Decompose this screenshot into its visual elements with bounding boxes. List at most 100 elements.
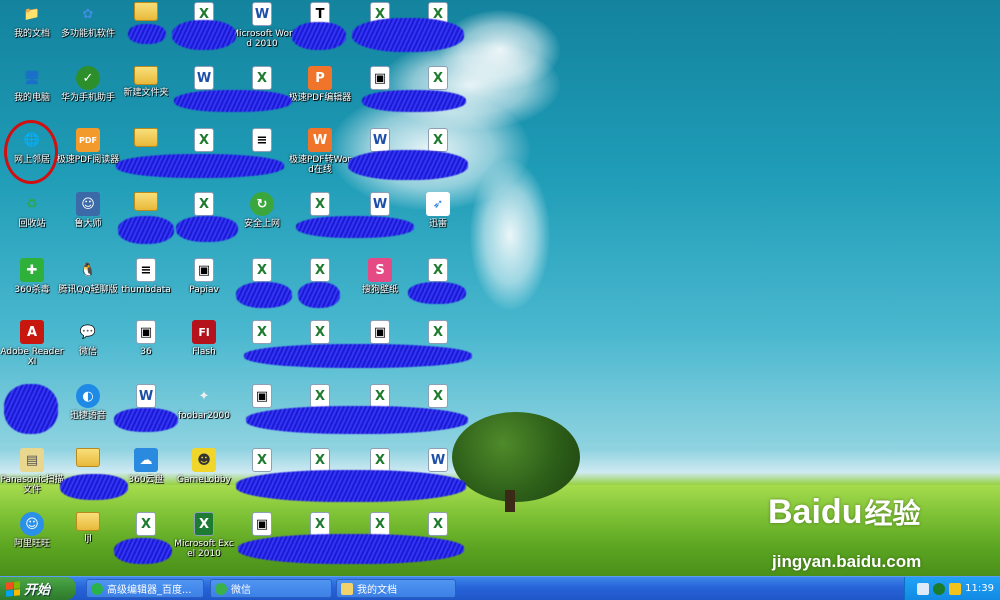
desktop-icon[interactable]: 🖥 我的电脑 [0,66,64,126]
desktop-icon[interactable]: 💬 微信 [56,320,120,380]
redaction-scribble [362,90,466,112]
keyboard-icon[interactable] [917,582,930,595]
desktop-icon[interactable]: X Microsoft Excel 2010 [172,512,236,572]
desktop-icon[interactable]: P 极速PDF编辑器 [288,66,352,126]
word-file-icon: W [136,384,156,408]
desktop-icon[interactable]: 🐧 腾讯QQ轻聊版 [56,258,120,318]
desktop-icon-label: Microsoft Excel 2010 [174,539,234,559]
desktop-icon[interactable]: ✚ 360杀毒 [0,258,64,318]
desktop-icon[interactable]: ♻ 回收站 [0,192,64,252]
start-label: 开始 [24,583,51,598]
excel-file-icon: X [370,448,390,472]
redaction-scribble [236,282,292,308]
image-file-icon: ▣ [370,66,390,90]
desktop-icon[interactable]: ≡ thumbdata [114,258,178,318]
panasonic-scan-icon: ▤ [20,448,44,472]
folder-icon [341,582,353,595]
desktop-icon[interactable]: ▤ Panasonic扫描文件 [0,448,64,508]
excel-file-icon: X [310,320,330,344]
image-file-icon: ▣ [370,320,390,344]
security-shield-icon[interactable] [949,582,962,595]
clock[interactable]: 11:39 [965,583,994,594]
desktop-icon[interactable]: PDF 极速PDF阅读器 [56,128,120,188]
redaction-scribble [244,344,472,368]
network-status-icon[interactable] [933,582,946,595]
desktop-icon[interactable]: ↻ 安全上网 [230,192,294,252]
desktop-icon[interactable]: W Microsoft Word 2010 [230,2,294,62]
desktop-icon-label: 腾讯QQ轻聊版 [58,285,118,295]
sogou-wallpaper-icon: S [368,258,392,282]
redaction-scribble [348,150,468,180]
windows-flag-icon [6,580,20,597]
browser-icon [91,582,103,595]
xunlei-icon: ➶ [426,192,450,216]
excel-app-icon: X [194,512,214,536]
start-button[interactable]: 开始 [0,577,76,600]
desktop-icon[interactable]: W 极速PDF转Word在线 [288,128,352,188]
desktop-icon-label: 安全上网 [243,219,280,229]
folder-icon [76,512,100,531]
desktop-icon-label: 鲁大师 [74,219,102,229]
wechat-icon: 💬 [79,324,97,340]
recycle-bin-icon: ♻ [26,196,38,212]
redaction-scribble [408,282,466,304]
excel-file-icon: X [428,66,448,90]
folder-icon [134,128,158,147]
watermark-brand-latin: Bai [768,493,821,531]
image-file-icon: ▣ [194,258,214,282]
taskbar-button-my-documents[interactable]: 我的文档 [336,579,456,598]
pdf-to-word-icon: W [308,128,332,152]
desktop-icon-label: Microsoft Word 2010 [231,29,293,49]
desktop-icon[interactable]: Fl Flash [172,320,236,380]
desktop-icon[interactable]: A Adobe Reader XI [0,320,64,380]
wallpaper-tree [452,412,580,502]
excel-file-icon: X [194,128,214,152]
my-computer-icon: 🖥 [23,70,41,86]
desktop-background: 📁 我的文档 ✿ 多功能机软件 X W Microsoft Word 2010 T X X 🖥 我的电… [0,0,1000,576]
desktop-icon-label: Adobe Reader XI [0,347,64,367]
folder-icon [134,192,158,211]
desktop-icon[interactable]: ◐ 迅捷语音 [56,384,120,444]
desktop-icon-label: 迅捷语音 [69,411,106,421]
taskbar-button-wechat[interactable]: 微信 [210,579,332,598]
taskbar: 开始 高级编辑器_百度... 微信 我的文档 11:39 [0,576,1000,600]
excel-file-icon: X [252,66,272,90]
desktop-icon[interactable]: ➶ 迅雷 [406,192,470,252]
image-file-icon: ▣ [136,320,156,344]
desktop-icon[interactable]: ✓ 华为手机助手 [56,66,120,126]
desktop-icon[interactable]: ✿ 多功能机软件 [56,2,120,62]
desktop-icon-label: 极速PDF编辑器 [288,93,352,103]
desktop-icon-label: 我的文档 [13,29,50,39]
redaction-scribble [116,154,284,178]
desktop-icon-label: 多功能机软件 [60,29,115,39]
desktop-icon-label: foobar2000 [177,411,230,421]
excel-file-icon: X [428,512,448,536]
desktop-icon-label: 阿里旺旺 [13,539,50,549]
wallpaper-cloud [470,160,550,310]
desktop-icon-label: 36 [140,347,152,357]
redaction-scribble [298,282,340,308]
desktop-icon[interactable]: ▣ Papiav [172,258,236,318]
desktop-icon[interactable]: 新建文件夹 [114,66,178,126]
desktop-icon[interactable]: ☻ GameLobby [172,448,236,508]
secure-browsing-icon: ↻ [250,192,274,216]
watermark-brand-paw: du [820,493,863,531]
desktop-icon[interactable]: ✦ foobar2000 [172,384,236,444]
redaction-scribble [296,216,414,238]
desktop-icon[interactable]: ☁ 360云盘 [114,448,178,508]
multifunction-software-icon: ✿ [82,6,94,22]
excel-file-icon: X [136,512,156,536]
desktop-icon[interactable]: 📁 我的文档 [0,2,64,62]
my-documents-icon: 📁 [23,6,41,22]
desktop-icon[interactable]: ☺ 阿里旺旺 [0,512,64,572]
taskbar-button-browser[interactable]: 高级编辑器_百度... [86,579,204,598]
desktop-icon[interactable]: S 搜狗壁纸 [348,258,412,318]
desktop-icon[interactable]: ▣ 36 [114,320,178,380]
desktop-icon-label: Flash [192,347,216,357]
desktop-icon-label: thumbdata [121,285,171,295]
desktop-icon[interactable]: ☺ 鲁大师 [56,192,120,252]
desktop-icon-label: ljl [84,534,92,544]
desktop-icon[interactable]: ljl [56,512,120,572]
wallpaper-tree-trunk [505,490,515,512]
pdf-reader-icon: PDF [76,128,100,152]
